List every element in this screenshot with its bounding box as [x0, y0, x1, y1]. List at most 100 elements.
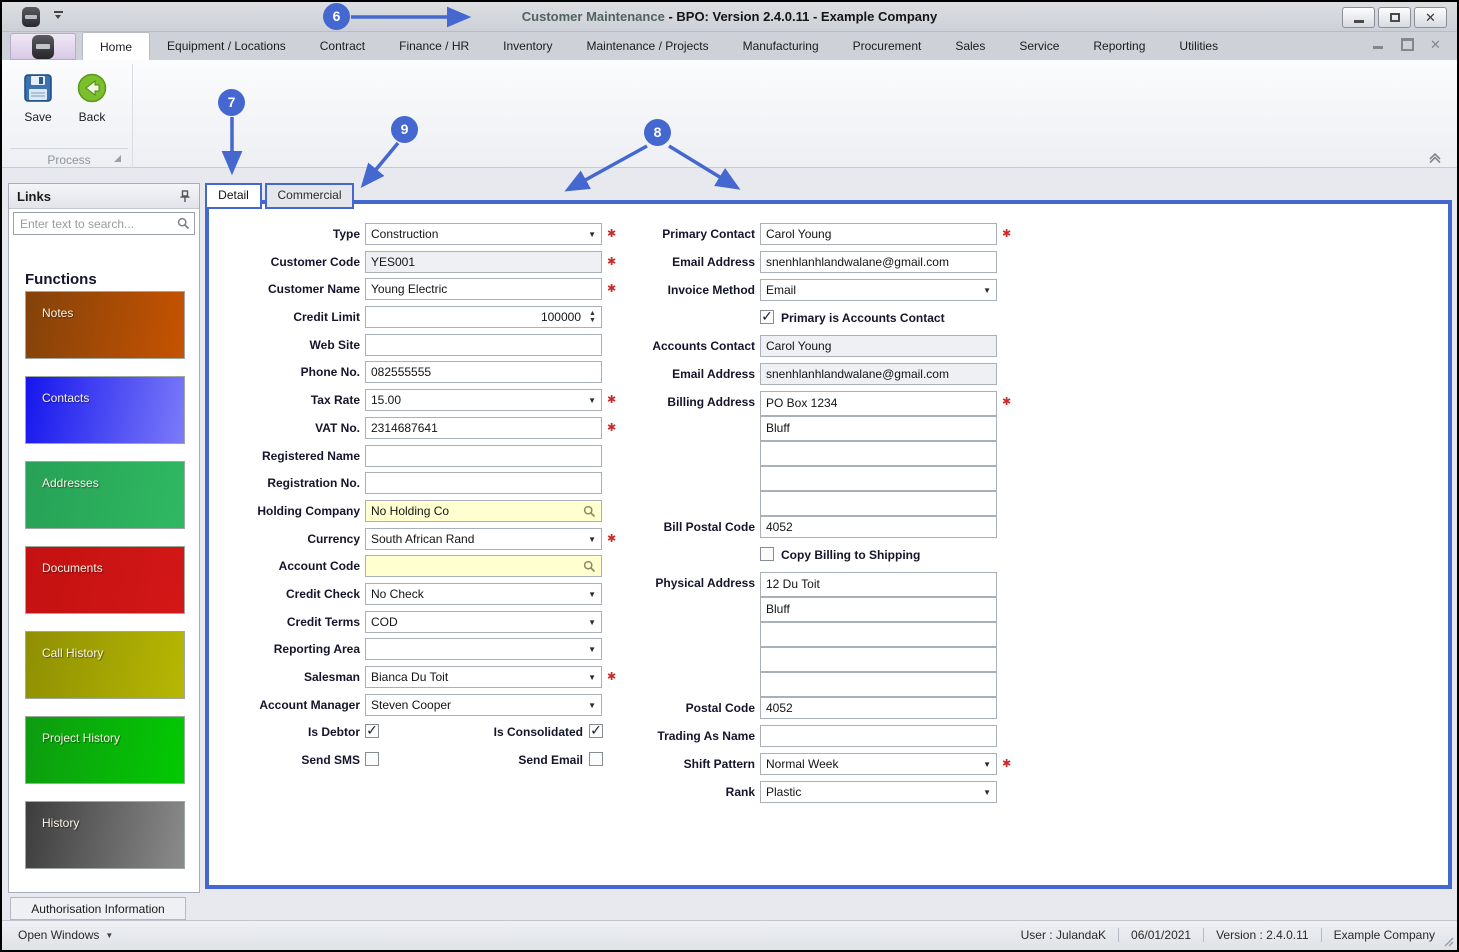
menu-tab-home[interactable]: Home [82, 32, 151, 60]
function-tile-addresses[interactable]: Addresses [25, 461, 185, 529]
function-tile-documents[interactable]: Documents [25, 546, 185, 614]
is-debtor-checkbox[interactable]: ✓ [365, 723, 379, 739]
field-input[interactable] [760, 647, 997, 672]
dropdown-arrow-icon[interactable]: ▼ [983, 754, 991, 774]
document-close-icon[interactable]: ✕ [1430, 38, 1443, 51]
physical-address-value: 12 Du Toit [766, 577, 820, 591]
copy-billing-to-shipping-checkbox[interactable] [760, 547, 774, 561]
bill-postal-code-input[interactable]: 4052 [760, 516, 997, 538]
salesman-value: Bianca Du Toit [371, 670, 449, 684]
customer-detail-panel: Detail Commercial Type Construction ▼ ✱ Cust… [205, 183, 1452, 889]
invoice-method-value: Email [766, 283, 797, 297]
function-tile-history[interactable]: History [25, 801, 185, 869]
status-company: Example Company [1333, 928, 1435, 942]
menu-tab-service[interactable]: Service [1002, 32, 1076, 60]
field-label: Is Consolidated [493, 725, 583, 740]
field-input[interactable] [760, 466, 997, 491]
application-menu-button[interactable] [10, 33, 76, 60]
dropdown-arrow-icon[interactable]: ▼ [983, 782, 991, 802]
open-windows-button[interactable]: Open Windows ▼ [18, 928, 113, 942]
window-title-screen: Customer Maintenance [521, 9, 665, 24]
menu-tab-contract[interactable]: Contract [303, 32, 382, 60]
menu-tab-finance-hr[interactable]: Finance / HR [382, 32, 486, 60]
primary-is-accounts-contact-checkbox[interactable]: ✓ [760, 309, 774, 324]
menu-tab-sales[interactable]: Sales [938, 32, 1002, 60]
email-address-input[interactable]: snenhlanhlandwalane@gmail.com [760, 363, 997, 385]
menu-tab-reporting[interactable]: Reporting [1076, 32, 1162, 60]
dropdown-arrow-icon[interactable]: ▼ [983, 280, 991, 300]
form-row-rank: Rank Plastic ▼ [560, 781, 1020, 803]
save-button[interactable]: Save [14, 66, 62, 142]
accounts-contact-input[interactable]: Carol Young [760, 335, 997, 357]
status-bar: Open Windows ▼ User : JulandaK 06/01/2021… [2, 920, 1457, 950]
menu-tab-utilities[interactable]: Utilities [1162, 32, 1235, 60]
minimize-button[interactable] [1342, 7, 1375, 28]
function-tile-notes[interactable]: Notes [25, 291, 185, 359]
billing-address-input[interactable]: PO Box 1234 [760, 391, 997, 416]
form-row-physical-address: Physical Address 12 Du Toit [560, 572, 1020, 597]
field-input[interactable] [760, 441, 997, 466]
physical-address-input[interactable]: 12 Du Toit [760, 572, 997, 597]
callout-6: 6 [323, 3, 350, 30]
rank-select[interactable]: Plastic ▼ [760, 781, 997, 803]
form-row-primary-contact: Primary Contact Carol Young ✱ [560, 223, 1020, 245]
function-tile-label: Notes [42, 306, 74, 320]
function-tile-call-history[interactable]: Call History [25, 631, 185, 699]
field-label: Registration No. [267, 476, 360, 491]
menu-tab-equipment-locations[interactable]: Equipment / Locations [150, 32, 303, 60]
menu-tab-inventory[interactable]: Inventory [486, 32, 569, 60]
menu-tab-manufacturing[interactable]: Manufacturing [726, 32, 836, 60]
shift-pattern-select[interactable]: Normal Week ▼ [760, 753, 997, 775]
resize-grip[interactable] [1442, 935, 1454, 947]
vat-no-value: 2314687641 [371, 420, 438, 435]
invoice-method-select[interactable]: Email ▼ [760, 279, 997, 301]
field-input[interactable] [760, 491, 997, 516]
field-label: Send SMS [301, 753, 360, 768]
email-address-input[interactable]: snenhlanhlandwalane@gmail.com [760, 251, 997, 273]
required-marker: ✱ [1002, 758, 1012, 770]
menu-tab-maintenance-projects[interactable]: Maintenance / Projects [570, 32, 726, 60]
trading-as-name-input[interactable] [760, 725, 997, 747]
field-input[interactable]: Bluff [760, 416, 997, 441]
credit-terms-value: COD [371, 614, 398, 629]
primary-contact-value: Carol Young [766, 227, 832, 241]
tab-detail[interactable]: Detail [205, 183, 262, 209]
email-address-value: snenhlanhlandwalane@gmail.com [766, 255, 949, 269]
send-sms-checkbox[interactable] [365, 752, 379, 767]
field-input[interactable] [760, 672, 997, 697]
back-button[interactable]: Back [68, 66, 116, 142]
form-row-postal-code: Postal Code 4052 [560, 697, 1020, 719]
field-label: Email Address [672, 255, 755, 269]
collapse-ribbon-icon[interactable] [1427, 152, 1443, 164]
field-label: Primary Contact [662, 227, 755, 241]
maximize-button[interactable] [1378, 7, 1411, 28]
function-tile-project-history[interactable]: Project History [25, 716, 185, 784]
function-tile-label: Call History [42, 646, 104, 660]
document-restore-icon[interactable] [1401, 38, 1414, 51]
pin-icon[interactable] [179, 189, 191, 203]
function-tile-contacts[interactable]: Contacts [25, 376, 185, 444]
tab-commercial[interactable]: Commercial [265, 183, 354, 209]
status-separator [1320, 928, 1322, 942]
window-title-app: - BPO: Version 2.4.0.11 - Example Compan… [664, 9, 938, 24]
primary-contact-input[interactable]: Carol Young [760, 223, 997, 245]
required-marker: ✱ [1002, 228, 1012, 240]
close-button[interactable]: ✕ [1414, 7, 1447, 28]
document-minimize-icon[interactable] [1372, 38, 1385, 51]
form-row-billing-address: Billing Address PO Box 1234 ✱ [560, 391, 1020, 416]
form-row-invoice-method: Invoice Method Email ▼ [560, 279, 1020, 301]
field-input[interactable] [760, 622, 997, 647]
links-search-input[interactable] [13, 212, 195, 235]
group-dialog-launcher-icon[interactable] [114, 155, 121, 162]
search-icon [177, 217, 190, 230]
type-value: Construction [371, 227, 439, 241]
ribbon: Save Back Process [2, 60, 1457, 168]
field-input[interactable]: Bluff [760, 597, 997, 622]
authorisation-information-tab[interactable]: Authorisation Information [10, 897, 186, 920]
field-label: Currency [307, 531, 360, 546]
field-label: Email Address [672, 367, 755, 381]
menu-tab-procurement[interactable]: Procurement [836, 32, 939, 60]
postal-code-input[interactable]: 4052 [760, 697, 997, 719]
billing-address-value: PO Box 1234 [766, 396, 838, 410]
minimize-icon [1353, 20, 1364, 23]
